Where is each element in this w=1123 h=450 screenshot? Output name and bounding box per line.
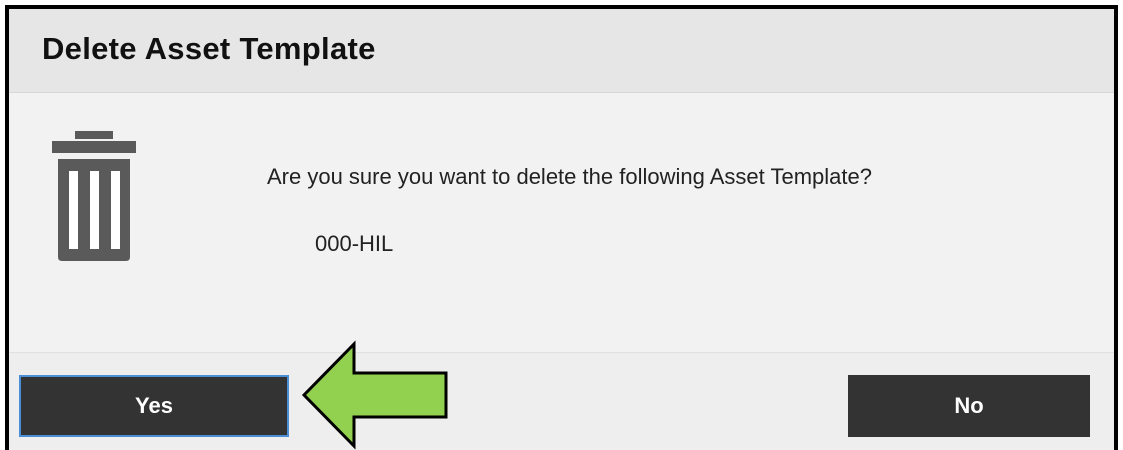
- delete-asset-template-dialog: Delete Asset Template Are you sure you w…: [5, 5, 1118, 450]
- no-button[interactable]: No: [848, 375, 1090, 437]
- confirm-message: Are you sure you want to delete the foll…: [267, 164, 872, 189]
- arrow-left-icon: [301, 340, 448, 450]
- dialog-title: Delete Asset Template: [42, 31, 376, 66]
- trash-icon: [52, 131, 136, 261]
- dialog-footer: Yes No: [9, 353, 1114, 450]
- dialog-title-bar: Delete Asset Template: [9, 9, 1114, 93]
- yes-button[interactable]: Yes: [19, 375, 289, 437]
- dialog-body: Are you sure you want to delete the foll…: [9, 93, 1114, 353]
- asset-template-name: 000-HIL: [315, 231, 394, 256]
